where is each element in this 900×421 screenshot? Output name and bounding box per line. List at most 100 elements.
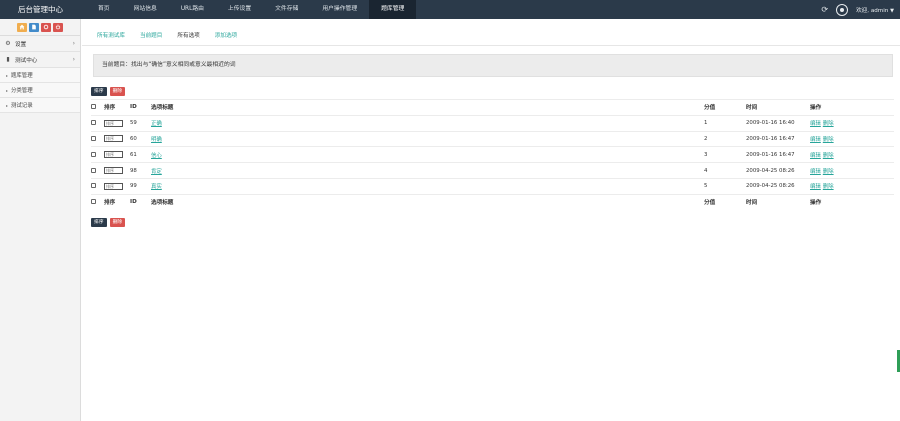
option-title-link[interactable]: 真实 — [151, 184, 162, 190]
row-id: 61 — [130, 146, 151, 163]
user-greeting: 欢迎, admin — [856, 7, 889, 14]
sort-input[interactable]: 排序 — [104, 135, 123, 143]
row-id: 60 — [130, 130, 151, 147]
sort-input[interactable]: 排序 — [104, 151, 123, 159]
edit-link[interactable]: 编辑 — [810, 137, 821, 143]
sidebar-item-label: 测试中心 — [15, 57, 38, 64]
row-time: 2009-01-16 16:47 — [746, 146, 810, 163]
chevron-down-icon: ▼ — [890, 7, 894, 14]
avatar[interactable] — [836, 3, 849, 16]
tab-divider — [82, 45, 900, 46]
options-table: 排序 ID 选项标题 分值 时间 操作 排序 59 正确 1 2009-01-1… — [91, 99, 894, 211]
table-row: 排序 61 信心 3 2009-01-16 16:47 编辑 删除 — [91, 146, 894, 163]
refresh-icon[interactable] — [41, 22, 51, 32]
col-score: 分值 — [704, 193, 746, 211]
topnav-upload-settings[interactable]: 上传设置 — [216, 0, 263, 19]
topnav-user-actions[interactable]: 用户操作管理 — [310, 0, 369, 19]
option-title-link[interactable]: 正确 — [151, 121, 162, 127]
row-score: 5 — [704, 177, 746, 195]
row-id: 99 — [130, 177, 151, 195]
row-score: 3 — [704, 146, 746, 163]
delete-button[interactable]: 删除 — [109, 218, 126, 227]
tab-all-tests[interactable]: 所有测试库 — [97, 31, 125, 39]
row-checkbox[interactable] — [91, 167, 96, 173]
topnav-url-routing[interactable]: URL路由 — [169, 0, 216, 19]
delete-button[interactable]: 删除 — [109, 87, 126, 96]
topnav-question-bank[interactable]: 题库管理 — [369, 0, 417, 19]
option-title-link[interactable]: 明确 — [151, 137, 162, 143]
delete-link[interactable]: 删除 — [823, 169, 834, 175]
app-title[interactable]: 后台管理中心 — [0, 0, 81, 19]
topnav-file-storage[interactable]: 文件存储 — [263, 0, 310, 19]
row-checkbox[interactable] — [91, 151, 96, 157]
row-checkbox[interactable] — [91, 120, 96, 126]
main-content: 所有测试库 当前题目 所有选项 添加选项 当前题目：找出与“确信”意义相同或意义… — [82, 19, 900, 421]
shortcut-bar — [0, 19, 80, 36]
row-id: 98 — [130, 162, 151, 179]
gear-icon: ⚙ — [5, 40, 11, 47]
select-all-checkbox[interactable] — [91, 104, 96, 110]
file-icon[interactable] — [29, 22, 39, 32]
row-score: 2 — [704, 130, 746, 147]
sidebar-item-label: 设置 — [15, 41, 27, 48]
sidebar-subitem-label: 测试记录 — [11, 103, 33, 109]
sidebar-item-test-center[interactable]: ▮ 测试中心 › — [0, 52, 80, 68]
edit-link[interactable]: 编辑 — [810, 121, 821, 127]
sidebar-subitem-label: 分类管理 — [11, 88, 33, 94]
topnav-home[interactable]: 首页 — [86, 0, 122, 19]
tab-add-option[interactable]: 添加选项 — [215, 31, 237, 39]
sidebar: ⚙ 设置 › ▮ 测试中心 › ▸ 题库管理 ▸ 分类管理 ▸ 测试记录 — [0, 19, 81, 421]
sidebar-item-settings[interactable]: ⚙ 设置 › — [0, 36, 80, 52]
sort-input[interactable]: 排序 — [104, 182, 123, 190]
chevron-right-icon: › — [72, 40, 75, 47]
refresh-icon[interactable]: ⟳ — [821, 5, 828, 14]
row-time: 2009-01-16 16:40 — [746, 114, 810, 132]
col-title: 选项标题 — [151, 99, 704, 116]
table-row: 排序 59 正确 1 2009-01-16 16:40 编辑 删除 — [91, 114, 894, 132]
sort-input[interactable]: 排序 — [104, 119, 123, 127]
chevron-right-icon: › — [72, 56, 75, 63]
option-title-link[interactable]: 信心 — [151, 153, 162, 159]
current-question-banner: 当前题目：找出与“确信”意义相同或意义最相近的词 — [93, 54, 893, 77]
sidebar-subitem-question-bank[interactable]: ▸ 题库管理 — [0, 68, 80, 83]
row-checkbox[interactable] — [91, 135, 96, 141]
sort-input[interactable]: 排序 — [104, 167, 123, 175]
col-title: 选项标题 — [151, 193, 704, 211]
table-row: 排序 60 明确 2 2009-01-16 16:47 编辑 删除 — [91, 130, 894, 147]
delete-link[interactable]: 删除 — [823, 153, 834, 159]
edit-link[interactable]: 编辑 — [810, 153, 821, 159]
book-icon: ▮ — [6, 56, 10, 63]
top-navbar: 后台管理中心 首页 网站信息 URL路由 上传设置 文件存储 用户操作管理 题库… — [0, 0, 900, 19]
tab-all-options[interactable]: 所有选项 — [177, 31, 199, 39]
col-time: 时间 — [746, 99, 810, 116]
sort-button[interactable]: 排序 — [91, 87, 107, 96]
table-header: 排序 ID 选项标题 分值 时间 操作 — [91, 99, 894, 116]
sort-button[interactable]: 排序 — [91, 218, 107, 227]
row-time: 2009-04-25 08:26 — [746, 177, 810, 195]
sidebar-subitem-test-records[interactable]: ▸ 测试记录 — [0, 98, 80, 113]
table-footer: 排序 ID 选项标题 分值 时间 操作 — [91, 193, 894, 211]
caret-right-icon: ▸ — [6, 72, 9, 78]
action-bar-top: 排序 删除 — [91, 87, 126, 96]
power-icon[interactable] — [53, 22, 63, 32]
user-menu[interactable]: 欢迎, admin ▼ — [856, 6, 894, 14]
home-icon[interactable] — [17, 22, 27, 32]
col-id: ID — [130, 193, 151, 211]
sub-tabs: 所有测试库 当前题目 所有选项 添加选项 — [97, 31, 252, 39]
row-checkbox[interactable] — [91, 183, 96, 189]
sidebar-subitem-categories[interactable]: ▸ 分类管理 — [0, 83, 80, 98]
table-row: 排序 99 真实 5 2009-04-25 08:26 编辑 删除 — [91, 177, 894, 195]
option-title-link[interactable]: 肯定 — [151, 169, 162, 175]
col-time: 时间 — [746, 193, 810, 211]
delete-link[interactable]: 删除 — [823, 184, 834, 190]
edit-link[interactable]: 编辑 — [810, 169, 821, 175]
sidebar-subitem-label: 题库管理 — [11, 73, 33, 79]
delete-link[interactable]: 删除 — [823, 137, 834, 143]
delete-link[interactable]: 删除 — [823, 121, 834, 127]
topnav-site-info[interactable]: 网站信息 — [122, 0, 169, 19]
select-all-checkbox[interactable] — [91, 199, 96, 205]
top-nav: 首页 网站信息 URL路由 上传设置 文件存储 用户操作管理 题库管理 — [86, 0, 417, 19]
user-area: ⟳ 欢迎, admin ▼ — [821, 0, 894, 19]
edit-link[interactable]: 编辑 — [810, 184, 821, 190]
tab-current-question[interactable]: 当前题目 — [140, 31, 162, 39]
